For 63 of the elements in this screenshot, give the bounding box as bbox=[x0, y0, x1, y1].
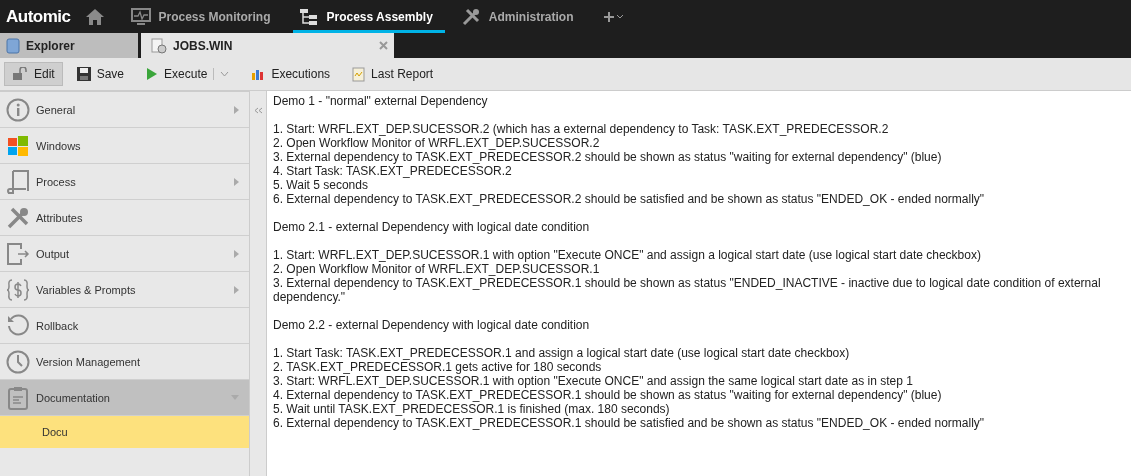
toolbar-button[interactable]: Save bbox=[68, 62, 133, 86]
collapse-icon[interactable] bbox=[253, 107, 263, 114]
toolbar-button[interactable]: Execute bbox=[138, 62, 238, 86]
step-text: 2. Open Workflow Monitor of WRFL.EXT_DEP.SUCESSOR.1 bbox=[273, 262, 601, 276]
info-icon bbox=[6, 97, 30, 122]
undo-icon bbox=[6, 313, 30, 338]
sidebar-subitem[interactable]: Docu bbox=[0, 416, 249, 448]
editor-tab[interactable]: JOBS.WIN bbox=[141, 33, 394, 58]
step-text: 3. External dependency to TASK.EXT_PREDECESSOR.1 should be shown as status "ENDED_INACTIVE - inactive due to logical date condition of external dependency." bbox=[273, 276, 1102, 304]
job-icon bbox=[151, 37, 167, 54]
sidebar-item[interactable]: Variables & Prompts bbox=[0, 272, 249, 308]
unlock-icon bbox=[12, 67, 28, 81]
sidebar-item[interactable]: Output bbox=[0, 236, 249, 272]
sidebar-item[interactable]: Windows bbox=[0, 128, 249, 164]
sidebar-item[interactable]: Attributes bbox=[0, 200, 249, 236]
tab-label: JOBS.WIN bbox=[173, 38, 233, 53]
toolbar-button[interactable]: Executions bbox=[243, 62, 339, 86]
section-heading: Demo 2.2 - external Dependency with logical date condition bbox=[273, 318, 591, 332]
nav-tab[interactable]: Process Monitoring bbox=[124, 0, 283, 33]
section-heading: Demo 2.1 - external Dependency with logical date condition bbox=[273, 220, 591, 234]
sidebar-item[interactable]: Documentation bbox=[0, 380, 249, 416]
scroll-icon bbox=[6, 168, 30, 195]
report-icon bbox=[352, 66, 366, 82]
sidebar-item[interactable]: General bbox=[0, 92, 249, 128]
exit-icon bbox=[6, 241, 30, 266]
windows-logo-icon bbox=[7, 134, 29, 157]
step-text: 6. External dependency to TASK.EXT_PREDECESSOR.1 should be satisfied and be shown as status "ENDED_OK - ended normally" bbox=[273, 416, 986, 430]
step-text: 2. Open Workflow Monitor of WRFL.EXT_DEP.SUCESSOR.2 bbox=[273, 136, 601, 150]
toolbar-button[interactable]: Last Report bbox=[344, 62, 442, 86]
sidebar-item[interactable]: Process bbox=[0, 164, 249, 200]
play-icon bbox=[146, 67, 159, 81]
folder-icon bbox=[6, 37, 20, 54]
variable-icon bbox=[6, 277, 30, 302]
step-text: 1. Start: WRFL.EXT_DEP.SUCESSOR.1 with option "Execute ONCE" and assign a logical start date (use logical start date checkbox) bbox=[273, 248, 982, 262]
step-text: 3. Start: WRFL.EXT_DEP.SUCESSOR.1 with option "Execute ONCE" and assign the same logical start date as in step 1 bbox=[273, 374, 914, 388]
hierarchy-icon bbox=[298, 7, 319, 26]
step-text: 6. External dependency to TASK.EXT_PREDECESSOR.2 should be satisfied and be shown as status "ENDED_OK - ended normally" bbox=[273, 192, 986, 206]
tools-icon bbox=[6, 205, 30, 230]
tools-icon bbox=[460, 6, 481, 27]
step-text: 4. External dependency to TASK.EXT_PREDECESSOR.1 should be shown as status "waiting for external dependency" (blue) bbox=[273, 388, 943, 402]
toolbar-button[interactable]: Edit bbox=[4, 62, 63, 86]
close-icon[interactable] bbox=[379, 41, 388, 50]
editor-tab[interactable]: Explorer bbox=[0, 33, 138, 58]
home-icon[interactable] bbox=[84, 7, 105, 26]
step-text: 2. TASK.EXT_PREDECESSOR.1 gets active for 180 seconds bbox=[273, 360, 603, 374]
step-text: 1. Start: WRFL.EXT_DEP.SUCESSOR.2 (which has a external dependency to Task: TASK.EXT_PREDECESSOR.2 bbox=[273, 122, 890, 136]
step-text: 3. External dependency to TASK.EXT_PREDECESSOR.2 should be shown as status "waiting for external dependency" (blue) bbox=[273, 150, 943, 164]
step-text: 1. Start Task: TASK.EXT_PREDECESSOR.1 and assign a logical start date (use logical start date checkbox) bbox=[273, 346, 851, 360]
step-text: 5. Wait 5 seconds bbox=[273, 178, 369, 192]
bar-chart-icon bbox=[251, 67, 266, 81]
monitor-icon bbox=[130, 7, 151, 26]
step-text: 4. Start Task: TASK.EXT_PREDECESSOR.2 bbox=[273, 164, 513, 178]
sidebar-item[interactable]: Rollback bbox=[0, 308, 249, 344]
save-icon bbox=[76, 67, 91, 81]
add-menu-icon[interactable] bbox=[603, 10, 626, 23]
brand-logo: Automic bbox=[6, 6, 71, 27]
tab-label: Explorer bbox=[26, 38, 75, 53]
caret-icon[interactable] bbox=[220, 71, 230, 77]
clock-icon bbox=[6, 349, 30, 374]
step-text: 5. Wait until TASK.EXT_PREDECESSOR.1 is finished (max. 180 seconds) bbox=[273, 402, 671, 416]
clipboard-icon bbox=[8, 385, 28, 410]
section-heading: Demo 1 - "normal" external Dependency bbox=[273, 94, 489, 108]
nav-tab[interactable]: Administration bbox=[454, 0, 586, 33]
